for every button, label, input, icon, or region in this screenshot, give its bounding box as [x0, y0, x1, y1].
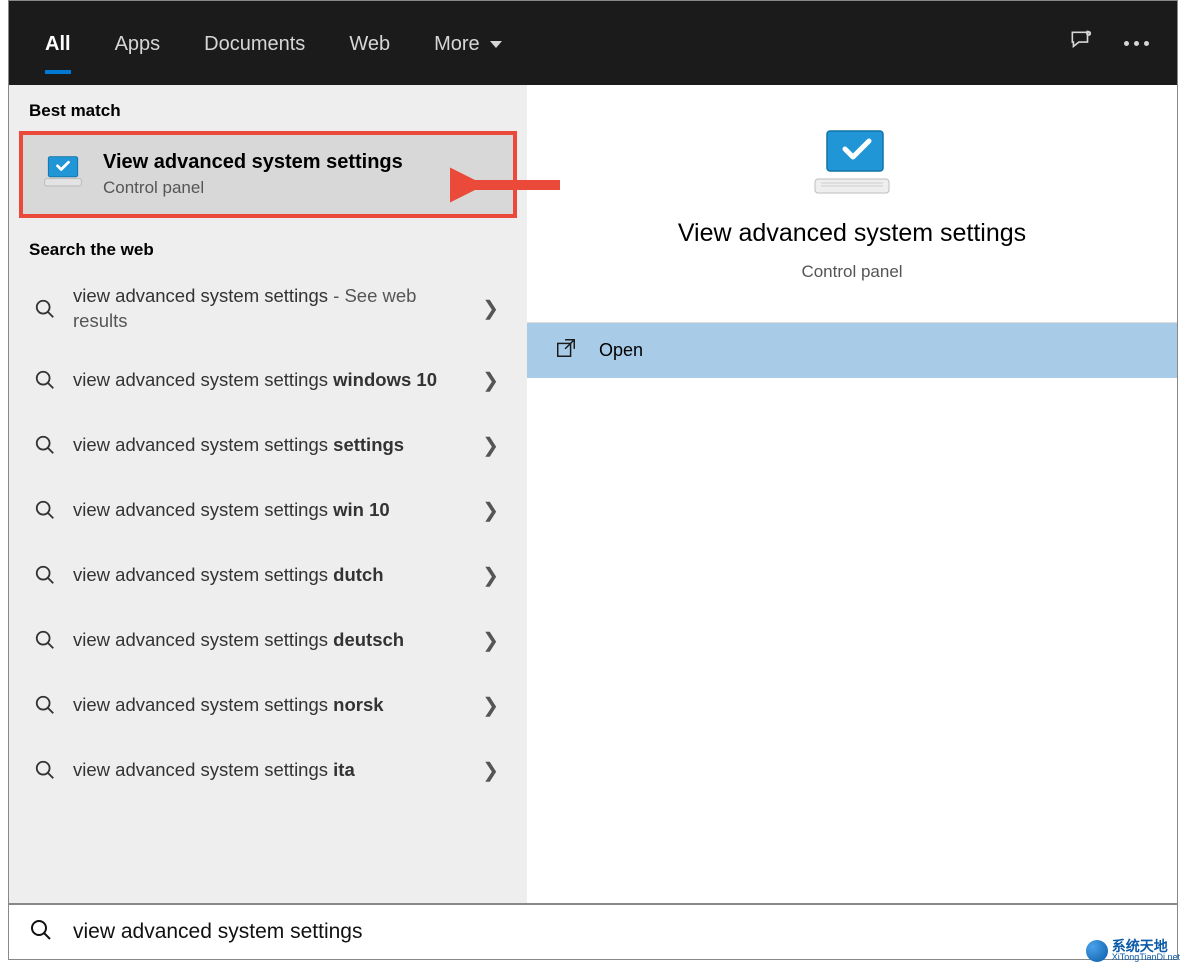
- open-action[interactable]: Open: [527, 323, 1177, 378]
- search-icon: [33, 563, 57, 587]
- web-result-text: view advanced system settings windows 10: [73, 368, 456, 393]
- more-options-icon[interactable]: [1124, 41, 1149, 46]
- best-match-label: Best match: [9, 85, 527, 131]
- chevron-right-icon[interactable]: ❯: [472, 492, 509, 529]
- header-bar: All Apps Documents Web More: [9, 1, 1177, 85]
- best-match-system-icon: [41, 153, 85, 197]
- chevron-down-icon: [490, 41, 502, 48]
- best-match-subtitle: Control panel: [103, 178, 403, 198]
- chevron-right-icon[interactable]: ❯: [472, 622, 509, 659]
- web-result-text: view advanced system settings ita: [73, 758, 456, 783]
- search-window: All Apps Documents Web More Best match: [8, 0, 1178, 960]
- watermark: 系统天地 XiTongTianDi.net: [1086, 939, 1180, 962]
- chevron-right-icon[interactable]: ❯: [472, 427, 509, 464]
- search-icon: [33, 628, 57, 652]
- open-external-icon: [555, 337, 577, 364]
- search-icon: [33, 297, 57, 321]
- tab-documents[interactable]: Documents: [186, 13, 323, 74]
- web-result-item[interactable]: view advanced system settings norsk ❯: [9, 673, 527, 738]
- open-action-label: Open: [599, 340, 643, 361]
- web-result-item[interactable]: view advanced system settings deutsch ❯: [9, 608, 527, 673]
- tab-all[interactable]: All: [27, 13, 89, 74]
- web-result-text: view advanced system settings norsk: [73, 693, 456, 718]
- search-input[interactable]: [73, 920, 1157, 944]
- tab-web[interactable]: Web: [331, 13, 408, 74]
- web-result-text: view advanced system settings deutsch: [73, 628, 456, 653]
- web-result-text: view advanced system settings - See web …: [73, 284, 456, 334]
- chevron-right-icon[interactable]: ❯: [472, 687, 509, 724]
- search-icon: [33, 498, 57, 522]
- best-match-item[interactable]: View advanced system settings Control pa…: [19, 131, 517, 218]
- header-actions: [1068, 28, 1159, 59]
- preview-pane: View advanced system settings Control pa…: [527, 85, 1177, 903]
- watermark-en: XiTongTianDi.net: [1112, 953, 1180, 962]
- watermark-globe-icon: [1086, 940, 1108, 962]
- tab-apps[interactable]: Apps: [97, 13, 179, 74]
- best-match-text: View advanced system settings Control pa…: [103, 151, 403, 198]
- chevron-right-icon[interactable]: ❯: [472, 557, 509, 594]
- preview-title: View advanced system settings: [678, 219, 1026, 248]
- chevron-right-icon[interactable]: ❯: [472, 362, 509, 399]
- search-icon: [33, 758, 57, 782]
- preview-header: View advanced system settings Control pa…: [527, 85, 1177, 312]
- web-result-item[interactable]: view advanced system settings settings ❯: [9, 413, 527, 478]
- web-result-item[interactable]: view advanced system settings ita ❯: [9, 738, 527, 803]
- search-web-label: Search the web: [9, 224, 527, 270]
- web-result-text: view advanced system settings dutch: [73, 563, 456, 588]
- search-icon: [33, 693, 57, 717]
- web-result-item[interactable]: view advanced system settings win 10 ❯: [9, 478, 527, 543]
- content-area: Best match View advanced system settings…: [9, 85, 1177, 903]
- web-result-item[interactable]: view advanced system settings windows 10…: [9, 348, 527, 413]
- search-icon: [29, 918, 53, 947]
- web-result-item[interactable]: view advanced system settings - See web …: [9, 270, 527, 348]
- web-result-text: view advanced system settings settings: [73, 433, 456, 458]
- preview-system-icon: [807, 125, 897, 205]
- search-bar: [9, 903, 1177, 959]
- web-result-text: view advanced system settings win 10: [73, 498, 456, 523]
- search-icon: [33, 433, 57, 457]
- chevron-right-icon[interactable]: ❯: [472, 290, 509, 327]
- feedback-icon[interactable]: [1068, 28, 1094, 59]
- tab-more[interactable]: More: [416, 13, 520, 74]
- preview-subtitle: Control panel: [801, 262, 902, 282]
- best-match-title: View advanced system settings: [103, 151, 403, 174]
- tab-more-label: More: [434, 33, 480, 56]
- filter-tabs: All Apps Documents Web More: [27, 1, 520, 85]
- results-pane: Best match View advanced system settings…: [9, 85, 527, 903]
- search-icon: [33, 368, 57, 392]
- chevron-right-icon[interactable]: ❯: [472, 752, 509, 789]
- web-result-item[interactable]: view advanced system settings dutch ❯: [9, 543, 527, 608]
- watermark-cn: 系统天地: [1112, 939, 1180, 953]
